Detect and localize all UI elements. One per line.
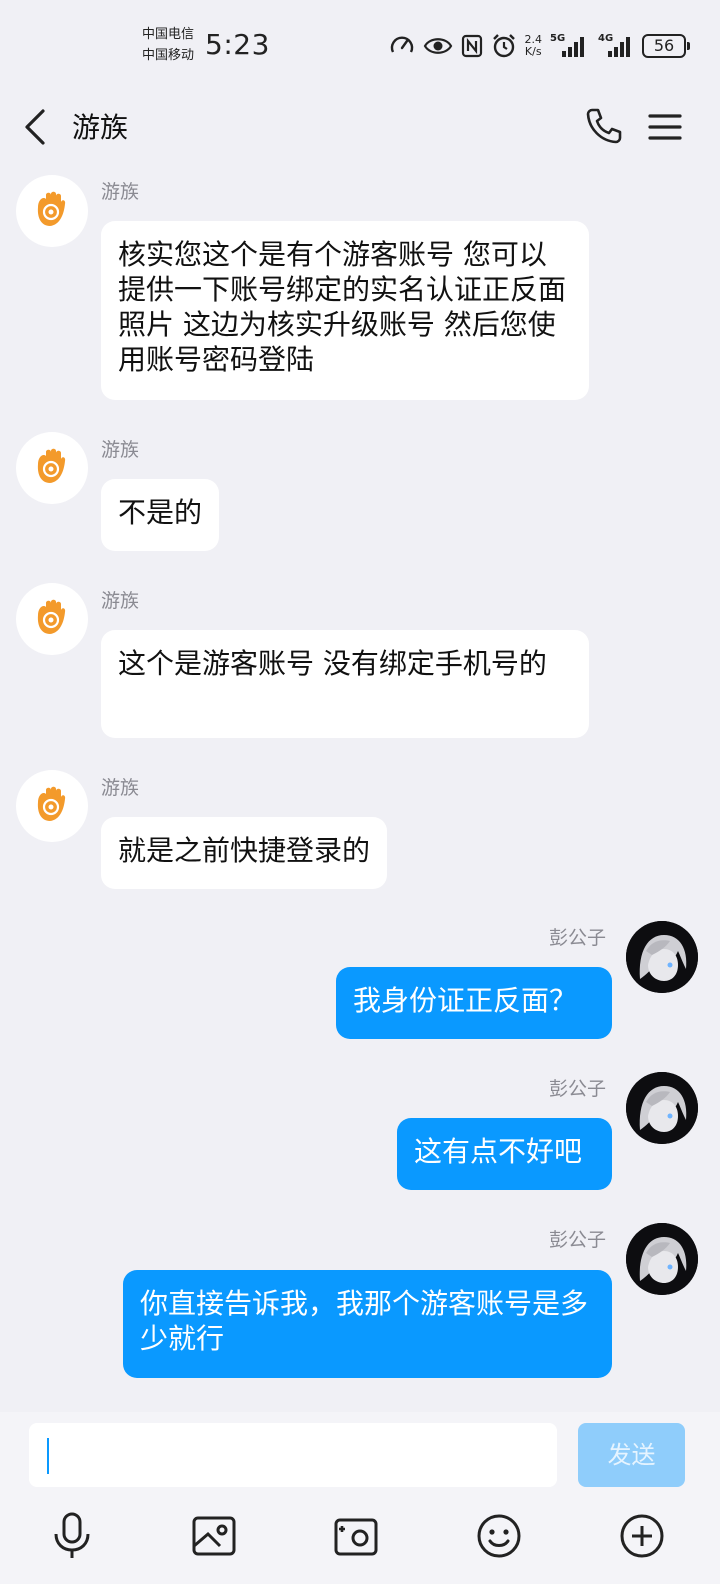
net-speed-unit: K/s xyxy=(524,45,542,58)
message-list[interactable]: 游族 核实您这个是有个游客账号 您可以提供一下账号绑定的实名认证正反面照片 这边… xyxy=(0,170,720,1412)
signal-bars-icon xyxy=(562,37,584,57)
signal-5g: 5G xyxy=(550,33,590,59)
message-input[interactable] xyxy=(29,1423,557,1487)
text-caret xyxy=(47,1438,49,1474)
voice-button[interactable] xyxy=(44,1508,100,1564)
anime-avatar-icon xyxy=(626,1223,698,1295)
signal-4g: 4G xyxy=(598,33,634,59)
status-bar: 中国电信 中国移动 5:23 2.4 K/s 5G 4G 56 xyxy=(0,0,720,90)
emoji-icon xyxy=(477,1514,521,1558)
sender-name: 彭公子 xyxy=(548,1078,606,1100)
anime-avatar-icon xyxy=(626,1072,698,1144)
message-bubble[interactable]: 核实您这个是有个游客账号 您可以提供一下账号绑定的实名认证正反面照片 这边为核实… xyxy=(101,221,589,400)
alarm-icon xyxy=(492,34,515,58)
send-button[interactable]: 发送 xyxy=(578,1423,685,1487)
hamburger-menu-icon xyxy=(648,114,682,140)
image-button[interactable] xyxy=(186,1508,242,1564)
back-button[interactable] xyxy=(18,108,58,148)
camera-button[interactable] xyxy=(328,1508,384,1564)
battery-indicator: 56 xyxy=(642,34,690,58)
clock: 5:23 xyxy=(205,28,270,61)
sender-name: 游族 xyxy=(101,439,140,461)
emoji-button[interactable] xyxy=(471,1508,527,1564)
message-bubble[interactable]: 这个是游客账号 没有绑定手机号的 xyxy=(101,630,589,738)
camera-icon xyxy=(334,1518,378,1556)
anime-avatar-icon xyxy=(626,921,698,993)
message-bubble[interactable]: 这有点不好吧 xyxy=(397,1118,612,1190)
menu-button[interactable] xyxy=(646,108,686,148)
sender-name: 游族 xyxy=(101,590,140,612)
speedometer-icon xyxy=(390,36,413,53)
microphone-icon xyxy=(54,1512,90,1558)
message-bubble[interactable]: 就是之前快捷登录的 xyxy=(101,817,388,889)
carrier-1: 中国电信 xyxy=(142,27,195,42)
avatar[interactable] xyxy=(626,1223,698,1295)
composer: 发送 xyxy=(0,1412,720,1584)
youzu-logo-icon xyxy=(37,599,66,634)
eye-icon xyxy=(423,38,452,54)
image-icon xyxy=(192,1516,236,1556)
plus-circle-icon xyxy=(620,1514,664,1558)
avatar[interactable] xyxy=(16,770,88,842)
voice-call-button[interactable] xyxy=(584,106,624,146)
youzu-logo-icon xyxy=(37,448,66,483)
avatar[interactable] xyxy=(626,1072,698,1144)
more-button[interactable] xyxy=(614,1508,670,1564)
nfc-icon xyxy=(461,34,482,58)
avatar[interactable] xyxy=(16,432,88,504)
sender-name: 游族 xyxy=(101,181,140,203)
youzu-logo-icon xyxy=(37,786,66,821)
message-bubble[interactable]: 我身份证正反面？ xyxy=(336,967,612,1039)
composer-toolbar xyxy=(0,1508,720,1564)
chat-header: 游族 xyxy=(0,90,720,170)
chevron-left-icon xyxy=(25,109,45,145)
status-icons: 2.4 K/s 5G 4G 56 xyxy=(389,30,690,62)
chat-title: 游族 xyxy=(72,111,129,144)
avatar[interactable] xyxy=(626,921,698,993)
message-bubble[interactable]: 不是的 xyxy=(101,479,220,551)
message-bubble[interactable]: 你直接告诉我，我那个游客账号是多少就行 xyxy=(123,1270,612,1378)
sender-name: 彭公子 xyxy=(548,1229,606,1251)
sender-name: 游族 xyxy=(101,777,140,799)
net-speed: 2.4 K/s xyxy=(525,34,543,58)
sender-name: 彭公子 xyxy=(548,927,606,949)
avatar[interactable] xyxy=(16,583,88,655)
carrier-2: 中国移动 xyxy=(142,48,195,63)
youzu-logo-icon xyxy=(37,191,66,226)
carrier-labels: 中国电信 中国移动 xyxy=(142,24,194,66)
signal-bars-icon xyxy=(608,37,630,57)
phone-icon xyxy=(586,108,622,144)
avatar[interactable] xyxy=(16,175,88,247)
